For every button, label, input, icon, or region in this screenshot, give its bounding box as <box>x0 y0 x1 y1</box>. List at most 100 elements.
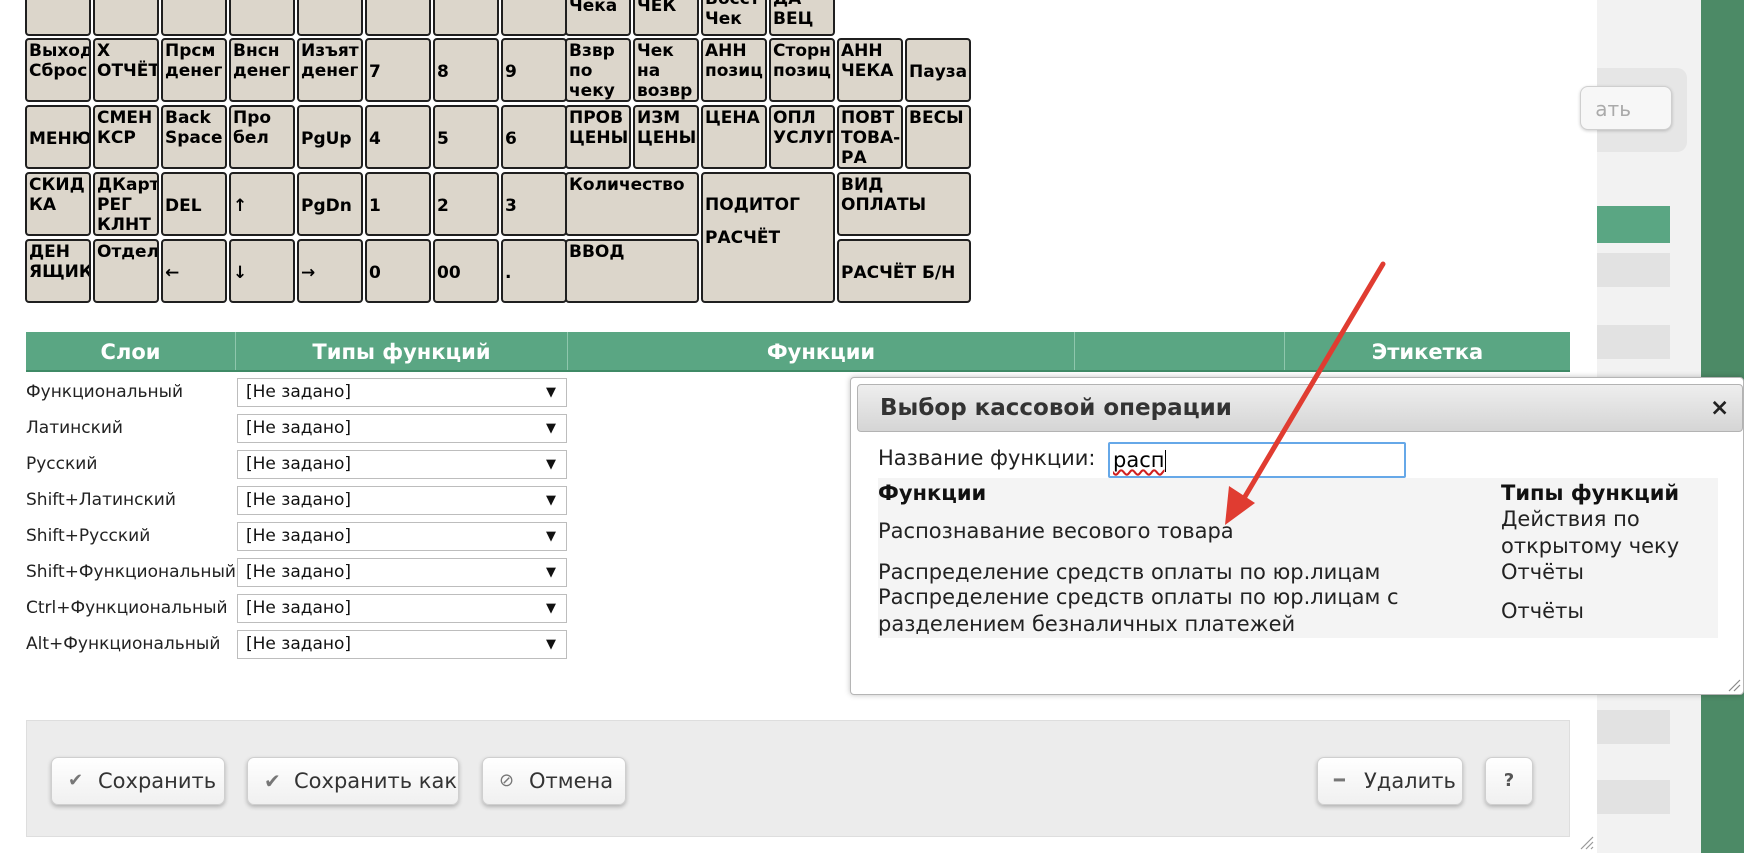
key[interactable]: 9 <box>501 38 567 102</box>
key[interactable]: СКИД КА <box>25 172 91 236</box>
save-as-button[interactable]: ✔ Сохранить как <box>247 757 459 805</box>
key[interactable]: Пауза <box>905 38 971 102</box>
key[interactable] <box>433 0 499 36</box>
key[interactable]: Про бел <box>229 105 295 169</box>
key-quantity[interactable]: Количество <box>565 172 699 236</box>
key[interactable]: ИЗМ ЦЕНЫ <box>633 105 699 169</box>
key[interactable]: . <box>501 239 567 303</box>
key[interactable]: ОПЛ УСЛУГ <box>769 105 835 169</box>
key[interactable]: Отдел <box>93 239 159 303</box>
dialog-title-bar[interactable]: Выбор кассовой операции × <box>857 384 1743 432</box>
key[interactable]: 2 <box>433 172 499 236</box>
background-table-row <box>1597 710 1670 744</box>
key[interactable]: ЧЕК <box>633 0 699 36</box>
key[interactable] <box>365 0 431 36</box>
result-type[interactable]: Отчёты <box>1501 559 1584 586</box>
key-cashless-payment[interactable]: РАСЧЁТ Б/Н <box>837 239 971 303</box>
key[interactable]: ← <box>161 239 227 303</box>
save-as-button-label: Сохранить как <box>294 769 458 793</box>
key[interactable]: → <box>297 239 363 303</box>
key[interactable]: Чека <box>565 0 631 36</box>
close-icon[interactable]: × <box>1710 395 1729 421</box>
key[interactable]: DEL <box>161 172 227 236</box>
layer-type-select[interactable]: [Не задано] ▼ <box>237 486 567 515</box>
layers-table-header: Слои Типы функций Функции Этикетка <box>26 332 1570 372</box>
form-footer: ✔ Сохранить ✔ Сохранить как ⊘ Отмена ━ У… <box>26 720 1570 837</box>
key[interactable]: МЕНЮ <box>25 105 91 169</box>
select-value: [Не задано] <box>246 526 352 546</box>
key[interactable]: Внсн денег <box>229 38 295 102</box>
key[interactable] <box>229 0 295 36</box>
column-header-layers: Слои <box>26 332 236 370</box>
key[interactable]: ДКарт РЕГ КЛНТ <box>93 172 159 236</box>
key[interactable]: Чек на возвр <box>633 38 699 102</box>
key[interactable] <box>161 0 227 36</box>
select-value: [Не задано] <box>246 382 352 402</box>
key[interactable] <box>93 0 159 36</box>
key[interactable]: 0 <box>365 239 431 303</box>
resize-grip-icon[interactable] <box>1578 834 1594 850</box>
key[interactable]: АНН позиц <box>701 38 767 102</box>
key[interactable]: Прсм денег <box>161 38 227 102</box>
layer-type-select[interactable]: [Не задано] ▼ <box>237 378 567 407</box>
key[interactable]: 4 <box>365 105 431 169</box>
key-enter[interactable]: ВВОД <box>565 239 699 303</box>
key-payment-type[interactable]: ВИД ОПЛАТЫ <box>837 172 971 236</box>
key-subtotal[interactable]: ПОДИТОГ РАСЧЁТ <box>701 172 835 303</box>
key[interactable]: 00 <box>433 239 499 303</box>
key[interactable]: Back Space <box>161 105 227 169</box>
key[interactable]: X ОТЧЁТ <box>93 38 159 102</box>
key[interactable]: ЦЕНА <box>701 105 767 169</box>
key[interactable]: ВЕСЫ <box>905 105 971 169</box>
key[interactable]: АНН ЧЕКА <box>837 38 903 102</box>
key[interactable]: 8 <box>433 38 499 102</box>
key[interactable]: ДЕН ЯЩИК <box>25 239 91 303</box>
dropdown-arrow-icon: ▼ <box>546 637 556 652</box>
delete-button[interactable]: ━ Удалить <box>1317 757 1463 805</box>
key[interactable]: ДА ВЕЦ <box>769 0 835 36</box>
result-type[interactable]: Действия по открытому чеку <box>1501 506 1679 560</box>
help-button[interactable]: ? <box>1485 757 1533 805</box>
key[interactable] <box>297 0 363 36</box>
key[interactable]: Восст Чек <box>701 0 767 36</box>
key[interactable]: СМЕН КСР <box>93 105 159 169</box>
key[interactable]: Изъят денег <box>297 38 363 102</box>
layer-type-select[interactable]: [Не задано] ▼ <box>237 522 567 551</box>
layer-type-select[interactable]: [Не задано] ▼ <box>237 594 567 623</box>
layer-type-select[interactable]: [Не задано] ▼ <box>237 558 567 587</box>
key[interactable]: ↓ <box>229 239 295 303</box>
layer-label: Латинский <box>26 418 123 438</box>
check-circle-icon: ✔ <box>264 769 281 793</box>
key[interactable]: Выход Сброс <box>25 38 91 102</box>
key[interactable]: 7 <box>365 38 431 102</box>
dropdown-arrow-icon: ▼ <box>546 385 556 400</box>
key[interactable]: 1 <box>365 172 431 236</box>
key[interactable]: Взвр по чеку <box>565 38 631 102</box>
column-header-function-types: Типы функций <box>236 332 568 370</box>
key[interactable]: PgUp <box>297 105 363 169</box>
key[interactable]: PgDn <box>297 172 363 236</box>
function-name-input[interactable]: расп <box>1108 442 1406 478</box>
key[interactable]: ↑ <box>229 172 295 236</box>
result-type[interactable]: Отчёты <box>1501 598 1584 625</box>
background-button[interactable]: ать <box>1580 86 1672 130</box>
result-function[interactable]: Распознавание весового товара <box>878 518 1234 545</box>
key[interactable] <box>501 0 567 36</box>
save-button[interactable]: ✔ Сохранить <box>51 757 225 805</box>
key[interactable]: ПРОВ ЦЕНЫ <box>565 105 631 169</box>
key[interactable]: Сторн позиц <box>769 38 835 102</box>
column-header-functions: Функции <box>568 332 1075 370</box>
layer-label: Функциональный <box>26 382 184 402</box>
key[interactable] <box>25 0 91 36</box>
key[interactable]: 5 <box>433 105 499 169</box>
resize-grip-icon[interactable] <box>1727 678 1741 692</box>
key[interactable]: 6 <box>501 105 567 169</box>
key[interactable]: ПОВТ ТОВА- РА <box>837 105 903 169</box>
result-function[interactable]: Распределение средств оплаты по юр.лицам… <box>878 584 1399 638</box>
layer-type-select[interactable]: [Не задано] ▼ <box>237 630 567 659</box>
layer-type-select[interactable]: [Не задано] ▼ <box>237 414 567 443</box>
result-function[interactable]: Распределение средств оплаты по юр.лицам <box>878 559 1380 586</box>
layer-type-select[interactable]: [Не задано] ▼ <box>237 450 567 479</box>
cancel-button[interactable]: ⊘ Отмена <box>482 757 626 805</box>
key[interactable]: 3 <box>501 172 567 236</box>
